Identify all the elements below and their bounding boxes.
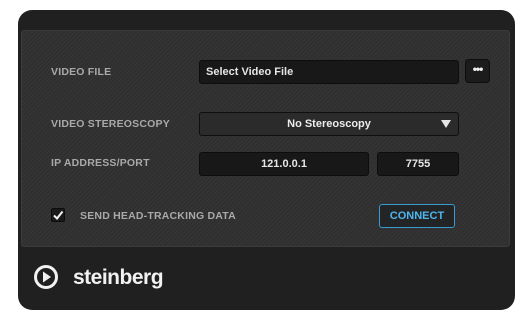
ip-address-port-label: IP ADDRESS/PORT	[51, 157, 150, 169]
dropdown-arrow-icon	[441, 120, 451, 128]
checkmark-icon	[53, 210, 64, 221]
ip-address-field[interactable]: 121.0.0.1	[199, 152, 369, 176]
connect-button[interactable]: CONNECT	[379, 204, 455, 228]
send-head-tracking-label: SEND HEAD-TRACKING DATA	[80, 210, 236, 222]
browse-button[interactable]: •••	[465, 59, 490, 83]
video-file-field[interactable]: Select Video File	[199, 60, 459, 84]
port-field[interactable]: 7755	[377, 152, 459, 176]
steinberg-logo-icon	[34, 265, 58, 289]
video-stereoscopy-label: VIDEO STEREOSCOPY	[51, 118, 170, 130]
stereoscopy-selected-value: No Stereoscopy	[287, 118, 371, 130]
send-head-tracking-checkbox[interactable]	[51, 208, 65, 222]
video-file-label: VIDEO FILE	[51, 66, 112, 78]
stereoscopy-select[interactable]: No Stereoscopy	[199, 112, 459, 136]
steinberg-wordmark: steinberg	[73, 266, 164, 289]
